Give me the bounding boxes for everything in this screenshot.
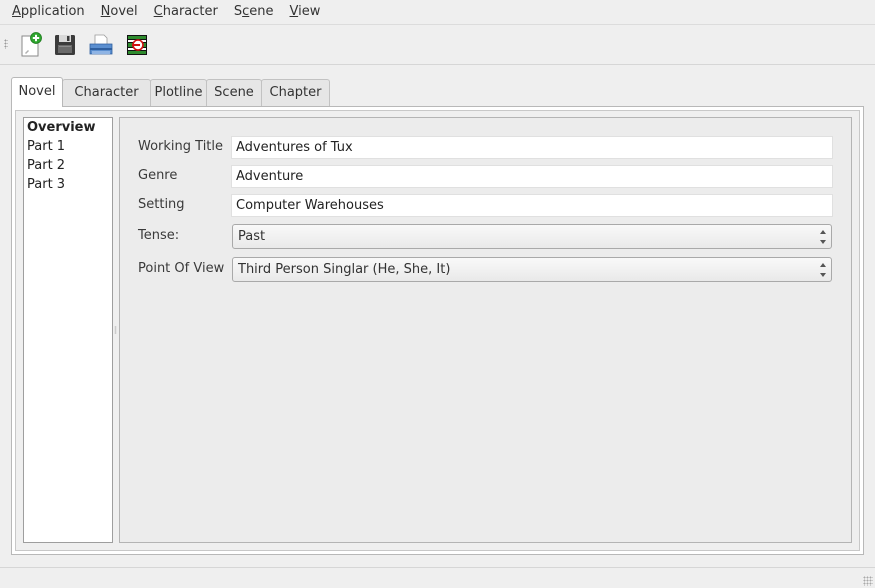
menu-character[interactable]: Character xyxy=(146,0,226,24)
toolbar xyxy=(0,25,875,65)
genre-label: Genre xyxy=(138,168,178,183)
save-button[interactable] xyxy=(51,31,79,59)
tab-scene[interactable]: Scene xyxy=(206,79,262,107)
spin-arrows-icon xyxy=(818,230,827,244)
setting-label: Setting xyxy=(138,197,185,212)
menu-view[interactable]: View xyxy=(282,0,329,24)
menu-application-mnemonic: A xyxy=(12,4,21,19)
tense-select-value: Past xyxy=(238,229,266,244)
menu-scene-pre: S xyxy=(233,4,243,19)
tab-character[interactable]: Character xyxy=(62,79,151,107)
new-document-icon xyxy=(21,32,42,57)
setting-field[interactable]: Computer Warehouses xyxy=(231,194,833,217)
print-icon xyxy=(89,34,113,55)
outline-item-part-2[interactable]: Part 2 xyxy=(24,156,112,175)
exit-button[interactable] xyxy=(123,31,151,59)
status-bar xyxy=(0,567,875,588)
point-of-view-label: Point Of View xyxy=(138,261,225,276)
genre-field[interactable]: Adventure xyxy=(231,165,833,188)
exit-icon xyxy=(127,35,147,55)
toolbar-grip[interactable] xyxy=(4,39,8,49)
outline-item-overview[interactable]: Overview xyxy=(24,118,112,137)
spin-arrows-icon xyxy=(818,263,827,277)
outline-item-part-3[interactable]: Part 3 xyxy=(24,175,112,194)
menu-character-mnemonic: C xyxy=(153,4,163,19)
outline-item-part-1[interactable]: Part 1 xyxy=(24,137,112,156)
menu-bar: Application Novel Character Scene View xyxy=(0,0,875,25)
tab-chapter[interactable]: Chapter xyxy=(261,79,330,107)
menu-scene[interactable]: Scene xyxy=(226,0,282,24)
point-of-view-select-value: Third Person Singlar (He, She, It) xyxy=(238,262,451,277)
point-of-view-select[interactable]: Third Person Singlar (He, She, It) xyxy=(232,257,832,282)
menu-application[interactable]: Application xyxy=(4,0,93,24)
print-button[interactable] xyxy=(87,31,115,59)
save-icon xyxy=(55,35,75,55)
tab-plotline[interactable]: Plotline xyxy=(150,79,207,107)
menu-character-rest: haracter xyxy=(162,4,218,19)
tense-label: Tense: xyxy=(138,228,180,243)
menu-application-rest: pplication xyxy=(20,4,85,19)
working-title-label: Working Title xyxy=(138,139,224,154)
resize-grip-icon[interactable] xyxy=(863,576,873,586)
menu-novel[interactable]: Novel xyxy=(93,0,146,24)
menu-novel-mnemonic: N xyxy=(100,4,111,19)
tense-select[interactable]: Past xyxy=(232,224,832,249)
working-title-field[interactable]: Adventures of Tux xyxy=(231,136,833,159)
splitter-handle[interactable] xyxy=(114,326,117,334)
menu-view-rest: iew xyxy=(298,4,321,19)
new-button[interactable] xyxy=(16,31,44,59)
menu-view-mnemonic: V xyxy=(289,4,299,19)
menu-scene-rest: ene xyxy=(249,4,274,19)
menu-novel-rest: ovel xyxy=(110,4,138,19)
novel-outline-list[interactable]: Overview Part 1 Part 2 Part 3 xyxy=(23,117,113,543)
tab-novel[interactable]: Novel xyxy=(11,77,63,107)
